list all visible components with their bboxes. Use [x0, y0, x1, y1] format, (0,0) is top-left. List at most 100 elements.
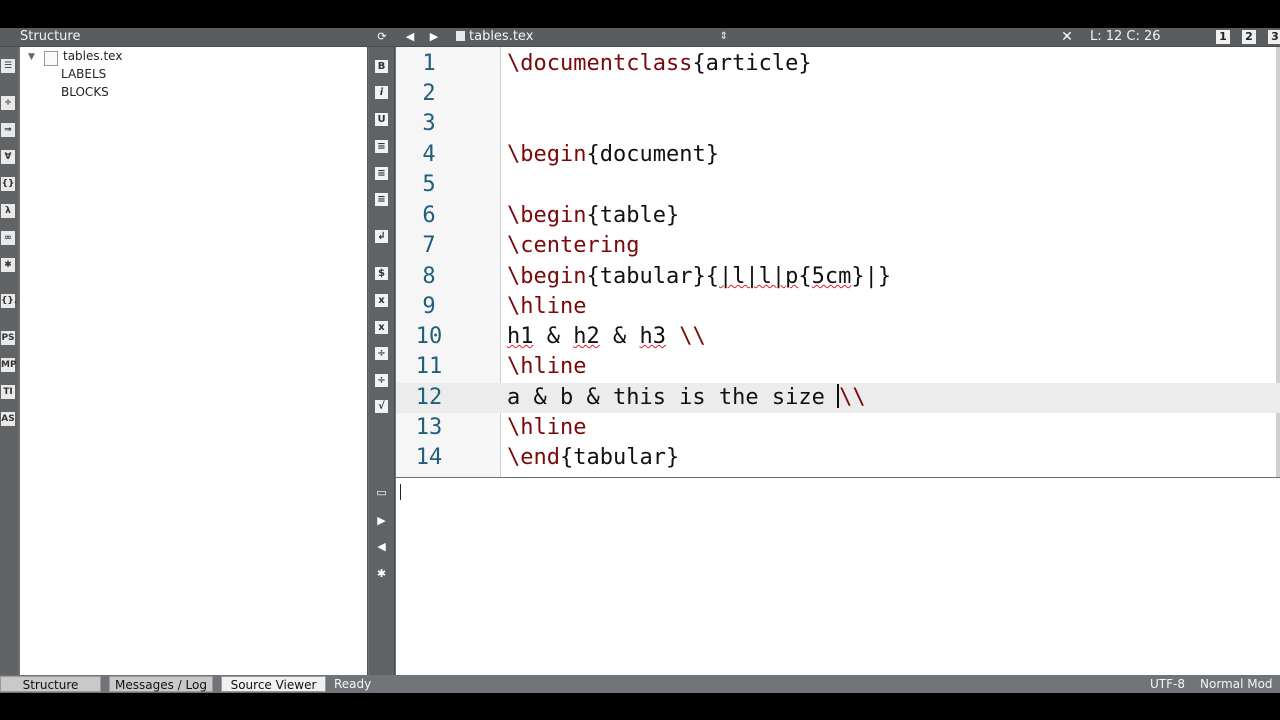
misc-symbols-icon[interactable]: ∀ [1, 150, 15, 164]
code-line: 2 [396, 79, 1280, 109]
relation-symbols-icon[interactable]: ÷ [1, 96, 15, 110]
code-line: 14 \end{tabular} [396, 443, 1280, 473]
tree-expand-icon[interactable]: ▼ [28, 52, 35, 62]
log-toolbar: ▭ ▶ ◀ ✱ [369, 478, 394, 675]
underline-icon[interactable]: U [375, 113, 388, 126]
next-error-icon[interactable]: ▶ [375, 514, 388, 527]
tree-item-blocks[interactable]: BLOCKS [61, 85, 109, 99]
file-icon [44, 51, 58, 66]
code-text: \hline [507, 294, 587, 319]
italic-icon[interactable]: i [375, 86, 388, 99]
align-right-icon[interactable]: ≡ [375, 193, 388, 206]
code-line: 13 \hline [396, 413, 1280, 443]
view-2-button[interactable]: 2 [1242, 30, 1256, 44]
code-text: \end{tabular} [507, 445, 680, 470]
code-line: 7 \centering [396, 231, 1280, 261]
status-bar: Structure Messages / Log Source Viewer R… [0, 675, 1280, 693]
current-code-line: 12 a & b & this is the size \\ [396, 383, 1280, 413]
tree-item-labels[interactable]: LABELS [61, 67, 106, 81]
infinity-symbols-icon[interactable]: ∞ [1, 231, 15, 245]
subscript-icon[interactable]: x [375, 294, 388, 307]
user-symbols-icon[interactable]: {}. [1, 294, 17, 308]
line-number: 11 [415, 354, 443, 379]
encoding-indicator: UTF-8 [1150, 677, 1185, 691]
code-line: 11 \hline [396, 352, 1280, 382]
code-line: 9 \hline [396, 292, 1280, 322]
new-line-icon[interactable]: ↲ [375, 230, 388, 243]
line-number: 4 [422, 142, 436, 167]
tikz-icon[interactable]: TI [1, 385, 15, 399]
document-icon [456, 31, 465, 41]
code-text: \hline [507, 354, 587, 379]
line-number: 12 [415, 385, 443, 410]
asymptote-icon[interactable]: AS [1, 412, 15, 426]
file-tab-selector[interactable]: tables.tex ⇕ [452, 28, 732, 46]
chevron-updown-icon[interactable]: ⇕ [720, 28, 728, 46]
code-text: h1 & h2 & h3 \\ [507, 324, 706, 349]
line-number: 6 [422, 203, 436, 228]
line-number: 13 [415, 415, 443, 440]
toggle-log-icon[interactable]: ▭ [375, 486, 388, 499]
code-text: \begin{table} [507, 203, 680, 228]
dfrac-icon[interactable]: ÷ [375, 374, 388, 387]
symbol-toolbar: ☰ ÷ ⇒ ∀ {} λ ∞ ✱ {}. PS MP TI AS [0, 47, 18, 675]
code-text: \centering [507, 233, 640, 258]
delimiters-icon[interactable]: {} [1, 177, 15, 191]
math-mode-icon[interactable]: $ [375, 267, 388, 280]
line-number: 8 [422, 264, 436, 289]
pstricks-icon[interactable]: PS [1, 331, 15, 345]
line-number: 14 [415, 445, 443, 470]
refresh-icon[interactable]: ⟳ [375, 30, 389, 44]
view-3-button[interactable]: 3 [1268, 30, 1280, 44]
tree-item-file[interactable]: tables.tex [63, 49, 122, 63]
tab-source-viewer[interactable]: Source Viewer [221, 676, 326, 692]
special-symbols-icon[interactable]: ✱ [1, 258, 15, 272]
close-document-icon[interactable]: ✕ [1060, 28, 1074, 46]
line-number: 3 [422, 111, 436, 136]
tab-structure[interactable]: Structure [0, 676, 101, 692]
stop-process-icon[interactable]: ✱ [375, 567, 388, 580]
previous-error-icon[interactable]: ◀ [375, 540, 388, 553]
file-tab-name: tables.tex [469, 29, 534, 44]
code-text: \hline [507, 415, 587, 440]
line-number: 5 [422, 172, 436, 197]
code-text: a & b & this is the size \\ [507, 384, 866, 410]
status-text: Ready [334, 677, 372, 691]
tab-messages-log[interactable]: Messages / Log [109, 676, 213, 692]
log-caret [400, 484, 401, 500]
code-line: 4 \begin{document} [396, 140, 1280, 170]
bold-icon[interactable]: B [375, 60, 388, 73]
code-text: \begin{document} [507, 142, 719, 167]
code-line: 10 h1 & h2 & h3 \\ [396, 322, 1280, 352]
greek-letters-icon[interactable]: λ [1, 204, 15, 218]
metapost-icon[interactable]: MP [1, 358, 17, 372]
code-line: 5 [396, 170, 1280, 200]
line-number: 7 [422, 233, 436, 258]
code-line: 6 \begin{table} [396, 201, 1280, 231]
log-panel[interactable] [396, 478, 1280, 675]
sqrt-icon[interactable]: √ [375, 400, 388, 413]
code-text: \documentclass{article} [507, 51, 812, 76]
next-document-icon[interactable]: ▶ [427, 30, 441, 44]
mode-indicator: Normal Mod [1200, 677, 1273, 691]
structure-panel-title: Structure [20, 29, 81, 44]
arrow-symbols-icon[interactable]: ⇒ [1, 123, 15, 137]
code-text: \begin{tabular}{|l|l|p{5cm}|} [507, 264, 892, 289]
align-center-icon[interactable]: ≡ [375, 167, 388, 180]
align-left-icon[interactable]: ≡ [375, 140, 388, 153]
cursor-position: L: 12 C: 26 [1090, 29, 1161, 44]
structure-panel: ▼ tables.tex LABELS BLOCKS [20, 47, 368, 675]
code-line: 8 \begin{tabular}{|l|l|p{5cm}|} [396, 262, 1280, 292]
top-bar: Structure ⟳ ◀ ▶ tables.tex ⇕ ✕ L: 12 C: … [0, 28, 1280, 47]
code-line: 3 [396, 109, 1280, 139]
line-number: 1 [422, 51, 436, 76]
superscript-icon[interactable]: x [375, 321, 388, 334]
view-1-button[interactable]: 1 [1216, 30, 1230, 44]
source-editor[interactable]: 1 \documentclass{article} 2 3 4 \begin{d… [396, 47, 1280, 477]
previous-document-icon[interactable]: ◀ [403, 30, 417, 44]
fraction-icon[interactable]: ÷ [375, 347, 388, 360]
code-line: 1 \documentclass{article} [396, 49, 1280, 79]
texmaker-window: Structure ⟳ ◀ ▶ tables.tex ⇕ ✕ L: 12 C: … [0, 28, 1280, 693]
structure-list-icon[interactable]: ☰ [1, 59, 15, 73]
line-number: 9 [422, 294, 436, 319]
